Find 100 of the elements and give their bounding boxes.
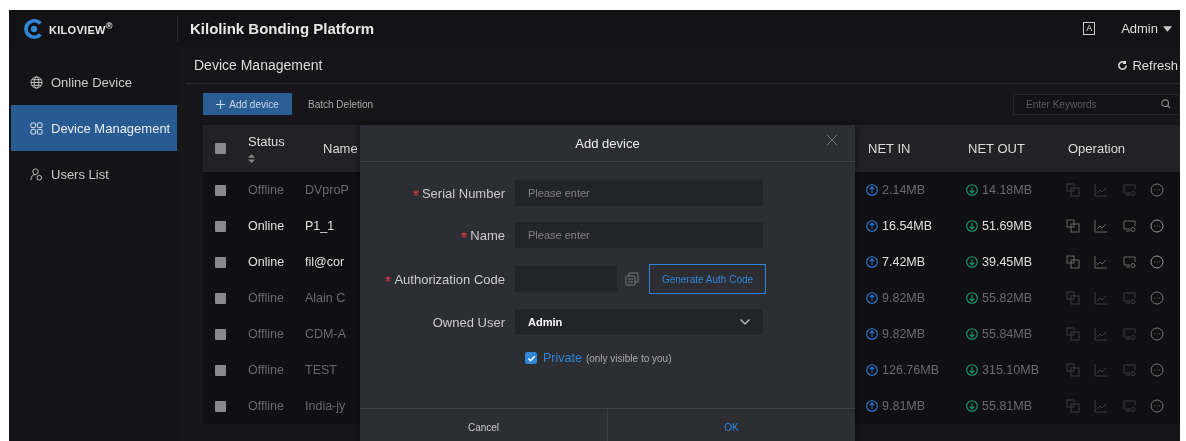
plus-icon <box>216 99 226 109</box>
status-text: Offline <box>248 327 284 341</box>
language-icon[interactable]: A <box>1083 22 1096 35</box>
upload-icon <box>866 184 878 196</box>
column-header: Name <box>323 141 358 156</box>
download-icon <box>966 220 978 232</box>
net-out-value: 14.18MB <box>982 183 1033 197</box>
page-title: Device Management <box>194 57 323 73</box>
copy-icon[interactable] <box>1066 327 1080 341</box>
chart-icon[interactable] <box>1094 399 1108 413</box>
more-icon[interactable] <box>1150 291 1164 305</box>
chart-icon[interactable] <box>1094 363 1108 377</box>
upload-icon <box>866 292 878 304</box>
monitor-icon[interactable] <box>1122 291 1136 305</box>
download-icon <box>966 328 978 340</box>
sidebar-item[interactable]: Users List <box>11 151 177 197</box>
device-name: fil@cor <box>305 255 345 269</box>
monitor-icon[interactable] <box>1122 363 1136 377</box>
status-text: Online <box>248 255 285 269</box>
refresh-button[interactable]: Refresh <box>1117 57 1180 73</box>
grid-icon <box>30 121 43 135</box>
field-label: Serial Number <box>421 185 505 201</box>
copy-icon[interactable] <box>1066 255 1080 269</box>
more-icon[interactable] <box>1150 399 1164 413</box>
add-device-button[interactable]: Add device <box>203 93 292 115</box>
checkbox[interactable] <box>215 184 226 196</box>
chart-icon[interactable] <box>1094 327 1108 341</box>
status-text: Offline <box>248 291 284 305</box>
net-out-value: 51.69MB <box>982 219 1033 233</box>
more-icon[interactable] <box>1150 255 1164 269</box>
monitor-icon[interactable] <box>1122 399 1136 413</box>
net-in-value: 9.82MB <box>882 291 926 305</box>
device-name: India-jy <box>305 399 346 413</box>
more-icon[interactable] <box>1150 327 1164 341</box>
batch-deletion-button[interactable]: Batch Deletion <box>302 97 380 111</box>
sidebar-item[interactable]: Device Management <box>11 105 177 151</box>
download-icon <box>966 400 978 412</box>
checkbox[interactable] <box>525 352 537 364</box>
upload-icon <box>866 364 878 376</box>
private-label: Private <box>543 351 582 365</box>
chart-icon[interactable] <box>1094 219 1108 233</box>
monitor-icon[interactable] <box>1122 183 1136 197</box>
user-icon <box>30 167 43 181</box>
net-in-value: 9.82MB <box>882 327 926 341</box>
checkbox[interactable] <box>215 220 226 232</box>
dialog-title: Add device <box>575 135 640 151</box>
close-icon[interactable] <box>827 135 837 145</box>
net-in-value: 2.14MB <box>882 183 926 197</box>
copy-icon[interactable] <box>1066 399 1080 413</box>
column-header: Status <box>248 134 285 149</box>
input-field[interactable]: Please enter <box>515 222 763 248</box>
monitor-icon[interactable] <box>1122 255 1136 269</box>
net-out-value: 55.81MB <box>982 399 1033 413</box>
checkbox[interactable] <box>215 328 226 340</box>
sort-icon[interactable] <box>248 154 255 163</box>
user-menu[interactable]: Admin <box>1121 21 1180 36</box>
checkbox[interactable] <box>215 400 226 412</box>
copy-icon[interactable] <box>1066 183 1080 197</box>
owned-user-select[interactable]: Admin <box>515 309 763 335</box>
refresh-icon <box>1117 59 1129 71</box>
status-text: Online <box>248 219 285 233</box>
status-text: Offline <box>248 363 284 377</box>
net-out-value: 315.10MB <box>982 363 1039 377</box>
net-out-value: 55.82MB <box>982 291 1033 305</box>
upload-icon <box>866 328 878 340</box>
download-icon <box>966 184 978 196</box>
download-icon <box>966 256 978 268</box>
checkbox[interactable] <box>215 364 226 376</box>
more-icon[interactable] <box>1150 219 1164 233</box>
net-in-value: 126.76MB <box>882 363 939 377</box>
ok-button[interactable]: OK <box>607 409 855 441</box>
generate-auth-code-button[interactable]: Generate Auth Code <box>649 264 766 294</box>
search-icon <box>1161 99 1171 109</box>
more-icon[interactable] <box>1150 363 1164 377</box>
copy-icon[interactable] <box>625 272 639 286</box>
checkbox[interactable] <box>215 256 226 268</box>
copy-icon[interactable] <box>1066 291 1080 305</box>
monitor-icon[interactable] <box>1122 327 1136 341</box>
column-header: NET OUT <box>968 141 1025 156</box>
sidebar-item[interactable]: Online Device <box>11 59 177 105</box>
chart-icon[interactable] <box>1094 291 1108 305</box>
more-icon[interactable] <box>1150 183 1164 197</box>
chart-icon[interactable] <box>1094 255 1108 269</box>
device-name: TEST <box>305 363 337 377</box>
checkbox[interactable] <box>215 143 226 154</box>
device-name: P1_1 <box>305 219 335 233</box>
checkbox[interactable] <box>215 292 226 304</box>
net-out-value: 39.45MB <box>982 255 1033 269</box>
monitor-icon[interactable] <box>1122 219 1136 233</box>
net-out-value: 55.84MB <box>982 327 1033 341</box>
cancel-button[interactable]: Cancel <box>360 409 607 441</box>
chart-icon[interactable] <box>1094 183 1108 197</box>
field-label: Name <box>470 227 505 243</box>
globe-icon <box>30 75 43 89</box>
input-field[interactable]: Please enter <box>515 180 763 206</box>
net-in-value: 16.54MB <box>882 219 933 233</box>
net-in-value: 9.81MB <box>882 399 926 413</box>
column-header: Operation <box>1068 141 1126 156</box>
copy-icon[interactable] <box>1066 363 1080 377</box>
copy-icon[interactable] <box>1066 219 1080 233</box>
